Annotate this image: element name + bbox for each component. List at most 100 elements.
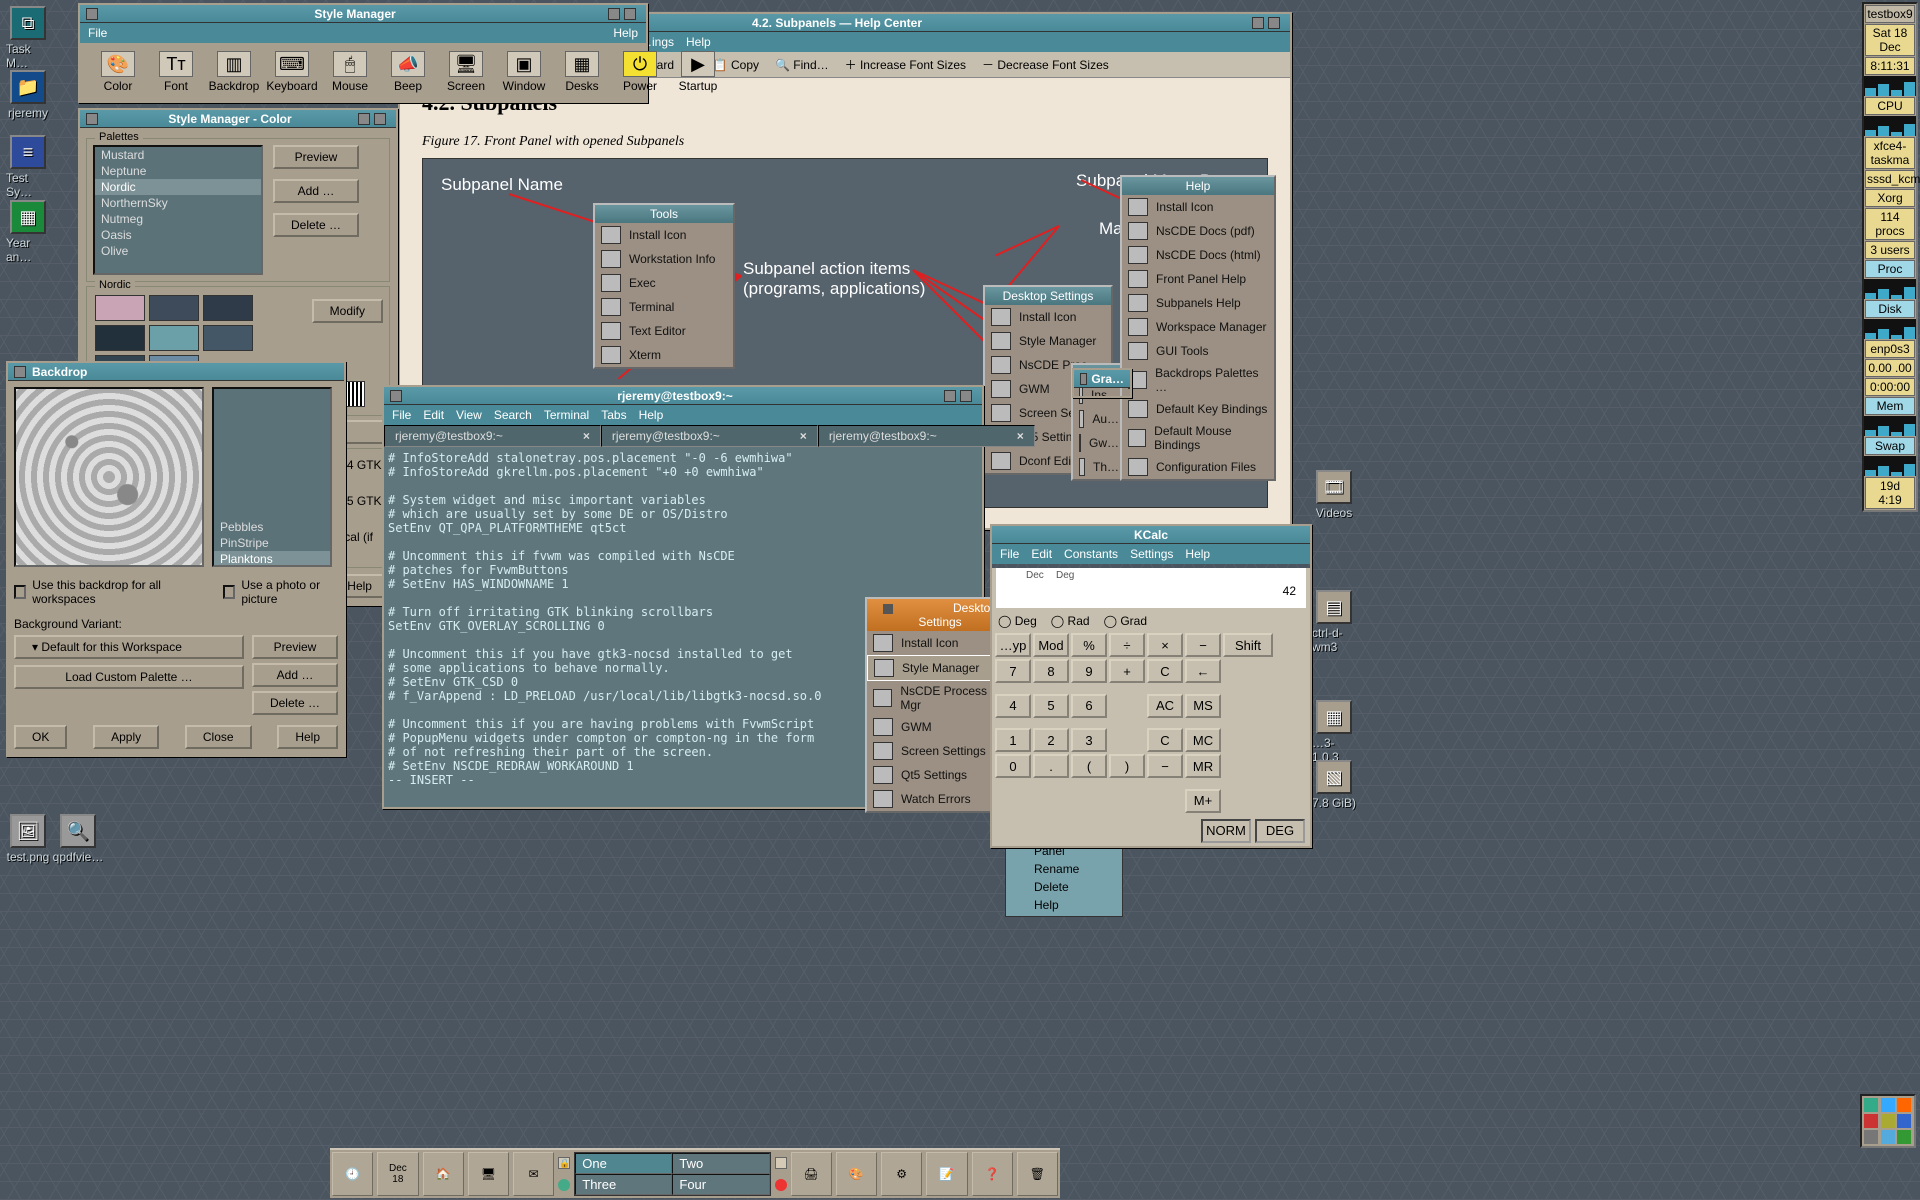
default-ws-dropdown[interactable]: ▾ Default for this Workspace [14, 635, 244, 659]
palette-item[interactable]: NorthernSky [95, 195, 261, 211]
titlebar[interactable]: KCalc [992, 526, 1310, 544]
calc-key[interactable]: …yp [995, 633, 1031, 657]
menu-file[interactable]: File [88, 26, 107, 40]
calc-key[interactable]: AC [1147, 694, 1183, 718]
desktop-icon[interactable]: ▤ctrl-d-wm3 [1312, 590, 1356, 654]
palette-list[interactable]: MustardNeptuneNordicNorthernSkyNutmegOas… [93, 145, 263, 275]
style-button[interactable]: 🎨 [836, 1152, 877, 1196]
backdrop-list[interactable]: PebblesPinStripePlanktons [212, 387, 332, 567]
tool-keyboard[interactable]: ⌨Keyboard [264, 51, 320, 93]
desktop-icon[interactable]: ▦Year an… [6, 200, 50, 264]
palette-item[interactable]: Oasis [95, 227, 261, 243]
printer-button[interactable]: 🖨 [791, 1152, 832, 1196]
color-swatch[interactable] [203, 325, 253, 351]
use-photo-checkbox[interactable]: Use a photo or picture [223, 578, 338, 606]
subpanel-item[interactable]: NsCDE Docs (pdf) [1122, 219, 1274, 243]
subpanel-item[interactable]: Install Icon [595, 223, 733, 247]
calc-key[interactable]: MR [1185, 754, 1221, 778]
use-all-desks-checkbox[interactable]: Use this backdrop for all workspaces [14, 578, 193, 606]
color-swatch[interactable] [149, 325, 199, 351]
calc-key[interactable]: 0 [995, 754, 1031, 778]
calc-key[interactable]: ← [1185, 659, 1221, 683]
subpanel-item[interactable]: Style Manager [985, 329, 1111, 353]
desktop-icon[interactable]: ▧7.8 GiB) [1312, 760, 1356, 810]
tool-mouse[interactable]: 🖱Mouse [322, 51, 378, 93]
tray-icon[interactable] [1864, 1114, 1878, 1128]
calc-key[interactable]: 8 [1033, 659, 1069, 683]
minimize-icon[interactable] [608, 8, 620, 20]
menu-tabs[interactable]: Tabs [601, 408, 626, 422]
maximize-icon[interactable] [1268, 17, 1280, 29]
backdrop-item[interactable]: PinStripe [214, 535, 330, 551]
mail-button[interactable]: ✉ [513, 1152, 554, 1196]
subpanel-item[interactable]: Workspace Manager [1122, 315, 1274, 339]
calc-key[interactable]: M+ [1185, 789, 1221, 813]
desktop-icon[interactable]: ▦…3-1.0.3 [1312, 700, 1356, 764]
subpanel-title[interactable]: Tools [595, 205, 733, 223]
tray-icon[interactable] [1864, 1130, 1878, 1144]
menu-terminal[interactable]: Terminal [544, 408, 589, 422]
subpanel-item[interactable]: Install Icon [985, 305, 1111, 329]
tool-font[interactable]: TᴛFont [148, 51, 204, 93]
procmgr-button[interactable]: ⚙ [881, 1152, 922, 1196]
maximize-icon[interactable] [374, 113, 386, 125]
palette-item[interactable]: Neptune [95, 163, 261, 179]
calc-key[interactable]: + [1109, 659, 1145, 683]
titlebar[interactable]: Style Manager [80, 5, 646, 23]
tray-icon[interactable] [1881, 1130, 1895, 1144]
menu-help[interactable]: Help [1185, 547, 1210, 561]
subpanel-item[interactable]: Exec [595, 271, 733, 295]
color-swatch[interactable] [149, 295, 199, 321]
panel-small[interactable] [775, 1157, 787, 1169]
calc-key[interactable]: 5 [1033, 694, 1069, 718]
increase-font-button[interactable]: ＋ Increase Font Sizes [845, 56, 966, 73]
tool-screen[interactable]: 🖥Screen [438, 51, 494, 93]
menu-view[interactable]: View [456, 408, 482, 422]
subpanel-item[interactable]: Subpanels Help [1122, 291, 1274, 315]
decrease-font-button[interactable]: － Decrease Font Sizes [982, 56, 1109, 73]
color-swatch[interactable] [95, 295, 145, 321]
calc-key[interactable]: ) [1109, 754, 1145, 778]
calc-key[interactable]: . [1033, 754, 1069, 778]
terminal-button[interactable]: 🖥 [468, 1152, 509, 1196]
desktop-icon[interactable]: 🎞Videos [1312, 470, 1356, 520]
pager-four[interactable]: Four [672, 1174, 769, 1195]
backdrop-item[interactable]: Pebbles [214, 519, 330, 535]
close-icon[interactable]: × [800, 429, 807, 443]
trash-button[interactable]: 🗑 [1017, 1152, 1058, 1196]
window-menu-icon[interactable] [1080, 373, 1087, 385]
maximize-icon[interactable] [960, 390, 972, 402]
minimize-icon[interactable] [944, 390, 956, 402]
subpanel-item[interactable]: Gw… [1073, 431, 1125, 455]
color-swatch[interactable] [203, 295, 253, 321]
help-button[interactable]: ❓ [972, 1152, 1013, 1196]
tool-backdrop[interactable]: ▥Backdrop [206, 51, 262, 93]
menu-help[interactable]: Help [613, 26, 638, 40]
desktop-icon[interactable]: 📁rjeremy [6, 70, 50, 120]
subpanel-item[interactable]: Au… [1073, 407, 1125, 431]
tool-window[interactable]: ▣Window [496, 51, 552, 93]
modify-button[interactable]: Modify [312, 299, 383, 323]
pager-three[interactable]: Three [575, 1174, 672, 1195]
subpanel-item[interactable]: Text Editor [595, 319, 733, 343]
clock-button[interactable]: 🕘 [332, 1152, 373, 1196]
subpanel-item[interactable]: Configuration Files [1122, 455, 1274, 479]
grad-radio[interactable]: ◯ Grad [1104, 614, 1147, 628]
titlebar[interactable]: Style Manager - Color [80, 110, 396, 128]
close-button[interactable]: Close [185, 725, 252, 749]
close-icon[interactable]: × [583, 429, 590, 443]
calc-key[interactable]: MS [1185, 694, 1221, 718]
tray-icon[interactable] [1897, 1098, 1911, 1112]
calc-key[interactable]: 4 [995, 694, 1031, 718]
window-menu-icon[interactable] [14, 366, 26, 378]
terminal-tab[interactable]: rjeremy@testbox9:~× [601, 425, 818, 447]
palette-item[interactable]: Mustard [95, 147, 261, 163]
titlebar[interactable]: Gra… [1074, 370, 1130, 388]
ok-button[interactable]: OK [14, 725, 67, 749]
calc-key[interactable]: Shift [1223, 633, 1273, 657]
subpanel-item[interactable]: NsCDE Docs (html) [1122, 243, 1274, 267]
load-palette-button[interactable]: Load Custom Palette … [14, 665, 244, 689]
color-swatch[interactable] [95, 325, 145, 351]
preview-button[interactable]: Preview [273, 145, 359, 169]
calc-key[interactable]: − [1185, 633, 1221, 657]
